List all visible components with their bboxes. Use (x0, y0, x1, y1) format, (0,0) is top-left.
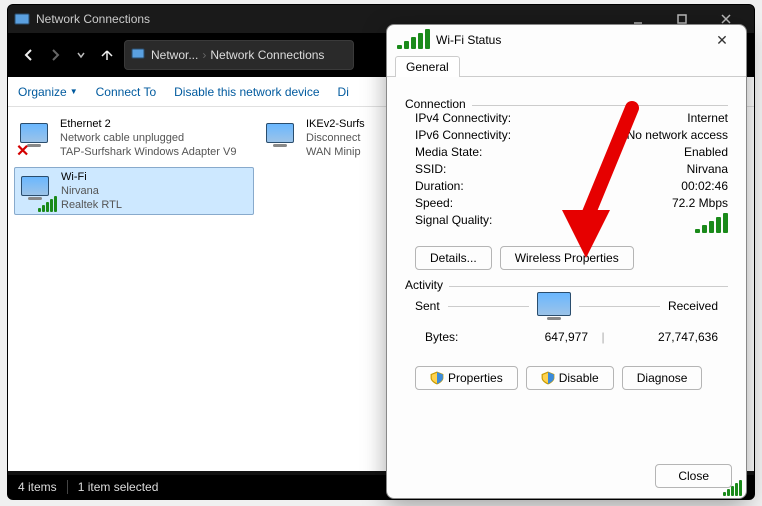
wireless-properties-button[interactable]: Wireless Properties (500, 246, 634, 270)
disable-device-button[interactable]: Disable this network device (174, 85, 319, 99)
addressbar-icon (131, 46, 147, 65)
sigq-value (695, 213, 728, 236)
dialog-close-button[interactable]: ✕ (708, 32, 736, 49)
adapter-item[interactable]: Wi-FiNirvanaRealtek RTL (14, 167, 254, 215)
status-selected: 1 item selected (78, 480, 159, 494)
adapter-item[interactable]: ✕ Ethernet 2Network cable unpluggedTAP-Su… (14, 115, 254, 163)
breadcrumb-a[interactable]: Networ... (151, 48, 198, 62)
status-items: 4 items (18, 480, 57, 494)
properties-label: Properties (448, 371, 503, 385)
group-activity-label: Activity (405, 278, 449, 292)
bytes-received: 27,747,636 (618, 330, 718, 344)
sigq-key: Signal Quality: (415, 213, 695, 236)
breadcrumb-b[interactable]: Network Connections (210, 48, 324, 62)
organize-label: Organize (18, 85, 67, 99)
ipv6-key: IPv6 Connectivity: (415, 128, 627, 142)
adapter-icon (17, 170, 61, 214)
duration-key: Duration: (415, 179, 681, 193)
disable-button[interactable]: Disable (526, 366, 614, 390)
ssid-value: Nirvana (687, 162, 728, 176)
signal-bars-icon (695, 213, 728, 233)
disable-label: Disable (559, 371, 599, 385)
speed-key: Speed: (415, 196, 672, 210)
more-commands[interactable]: Di (338, 85, 349, 99)
adapter-icon (262, 117, 306, 161)
status-divider (67, 480, 68, 494)
details-button[interactable]: Details... (415, 246, 492, 270)
duration-value: 00:02:46 (681, 179, 728, 193)
back-button[interactable] (20, 46, 38, 64)
forward-button[interactable] (46, 46, 64, 64)
activity-monitor-icon (537, 292, 571, 320)
ipv4-key: IPv4 Connectivity: (415, 111, 687, 125)
ipv6-value: No network access (627, 128, 728, 142)
chevron-right-icon: › (202, 48, 206, 62)
bytes-sent: 647,977 (508, 330, 588, 344)
disconnected-icon: ✕ (16, 141, 29, 161)
shield-icon (541, 371, 555, 385)
adapter-name: Ethernet 2 (60, 117, 252, 131)
ssid-key: SSID: (415, 162, 687, 176)
speed-value: 72.2 Mbps (672, 196, 728, 210)
wifi-status-dialog: Wi-Fi Status ✕ General Connection IPv4 C… (386, 24, 747, 499)
history-chevron-icon[interactable] (72, 46, 90, 64)
chevron-down-icon: ▼ (70, 87, 78, 96)
up-button[interactable] (98, 46, 116, 64)
signal-icon (38, 196, 57, 212)
media-value: Enabled (684, 145, 728, 159)
adapter-status: Network cable unplugged (60, 131, 252, 145)
adapter-device: TAP-Surfshark Windows Adapter V9 (60, 145, 252, 159)
connect-to-button[interactable]: Connect To (96, 85, 157, 99)
ipv4-value: Internet (687, 111, 728, 125)
bytes-divider: | (588, 330, 618, 344)
adapter-device: Realtek RTL (61, 198, 251, 212)
adapter-name: Wi-Fi (61, 170, 251, 184)
bytes-label: Bytes: (425, 330, 508, 344)
media-key: Media State: (415, 145, 684, 159)
diagnose-button[interactable]: Diagnose (622, 366, 703, 390)
tab-general[interactable]: General (395, 56, 460, 77)
sent-label: Sent (415, 299, 440, 313)
adapter-status: Nirvana (61, 184, 251, 198)
received-label: Received (668, 299, 718, 313)
shield-icon (430, 371, 444, 385)
group-connection-label: Connection (405, 97, 472, 111)
adapter-icon: ✕ (16, 117, 60, 161)
organize-menu[interactable]: Organize ▼ (18, 85, 78, 99)
dialog-body: Connection IPv4 Connectivity:Internet IP… (387, 77, 746, 404)
properties-button[interactable]: Properties (415, 366, 518, 390)
titlebar-icon (14, 11, 30, 27)
dialog-titlebar: Wi-Fi Status ✕ (387, 25, 746, 55)
signal-icon (397, 29, 430, 52)
tab-strip: General (387, 55, 746, 77)
group-activity: Activity (405, 278, 728, 286)
dialog-title: Wi-Fi Status (436, 33, 501, 47)
close-button-dialog[interactable]: Close (655, 464, 732, 488)
address-bar[interactable]: Networ... › Network Connections (124, 40, 354, 70)
group-connection: Connection (405, 97, 728, 105)
